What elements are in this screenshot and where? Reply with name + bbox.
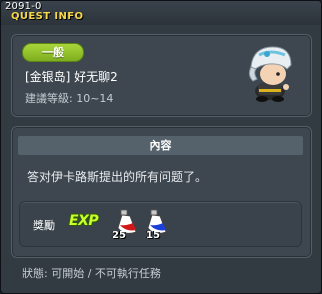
reward-label: 獎勵 [33,219,55,232]
npc-avatar-icon [248,46,292,102]
quest-info-window: 2091-0 QUEST INFO 一般 [金银岛] 好无聊2 建議等級: 10… [0,0,322,294]
recommended-level: 建議等級: 10~14 [25,92,114,105]
content-header: 內容 [18,136,303,155]
content-text: 答对伊卡路斯提出的所有问题了。 [27,170,208,184]
reward-box: 獎勵 EXP 25 15 [19,201,302,247]
quest-name: [金银岛] 好无聊2 [25,70,118,84]
quest-status: 狀態: 可開始 / 不可執行任務 [22,267,161,280]
exp-reward-icon: EXP [69,213,99,229]
blue-potion-count: 15 [146,230,160,241]
difficulty-badge: 一般 [22,43,84,62]
quest-summary-panel: 一般 [金银岛] 好无聊2 建議等級: 10~14 [11,34,312,117]
quest-content-panel: 內容 答对伊卡路斯提出的所有问题了。 獎勵 EXP 25 15 [11,126,312,258]
window-title: QUEST INFO [11,11,84,22]
red-potion-count: 25 [112,230,126,241]
title-bar[interactable]: 2091-0 QUEST INFO [1,1,321,25]
